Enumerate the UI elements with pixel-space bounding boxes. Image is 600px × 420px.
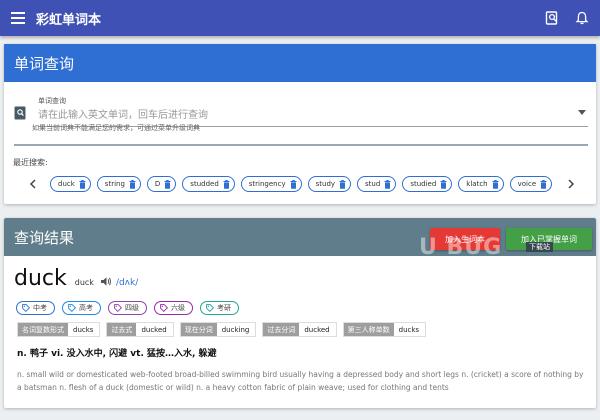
recent-search-row: duck string Dstudded stringency study stud stu… xyxy=(4,174,596,194)
recent-search-label: 最近搜索: xyxy=(13,158,48,167)
word-form-value[interactable]: ducks xyxy=(394,326,425,334)
recent-search-chip[interactable]: duck xyxy=(50,176,91,192)
definition-chinese: n. 鸭子 vi. 没入水中, 闪避 vt. 猛按…入水, 躲避 xyxy=(17,349,217,359)
delete-icon[interactable] xyxy=(128,179,137,189)
recent-search-chip[interactable]: klatch xyxy=(458,176,504,192)
recent-search-chip-label: string xyxy=(104,180,125,188)
word-form-item: 过去分词 ducked xyxy=(262,322,337,337)
recent-search-list: duck string Dstudded stringency study stud stu… xyxy=(50,174,558,194)
watermark-logo: U BUG xyxy=(419,235,503,260)
exam-tag-label: 四级 xyxy=(125,304,139,312)
notification-button[interactable] xyxy=(572,8,592,28)
exam-tag-label: 六级 xyxy=(171,304,185,312)
scroll-right-button[interactable] xyxy=(564,177,578,191)
dictionary-icon xyxy=(14,106,26,120)
exam-tag: 六级 xyxy=(154,301,193,315)
recent-search-chip[interactable]: stringency xyxy=(240,176,302,192)
search-book-icon xyxy=(545,11,558,25)
menu-button[interactable] xyxy=(0,0,36,36)
definition-english: n. small wild or domesticated web-footed… xyxy=(17,370,584,392)
dropdown-arrow-icon[interactable] xyxy=(578,110,586,115)
speaker-icon xyxy=(100,277,111,286)
word-form-item: 第三人称单数 ducks xyxy=(342,322,427,337)
delete-icon[interactable] xyxy=(491,179,500,189)
exam-tag: 四级 xyxy=(108,301,147,315)
tag-icon xyxy=(68,304,76,312)
delete-icon[interactable] xyxy=(78,179,87,189)
tag-icon xyxy=(22,304,30,312)
recent-search-chip-label: klatch xyxy=(466,180,488,188)
headword: duck xyxy=(14,266,67,291)
search-divider xyxy=(14,144,588,146)
phonetic: /dʌk/ xyxy=(115,278,139,288)
result-card-header: 查询结果 加入生词本 加入已掌握单词 U BUG 下载站 xyxy=(4,218,596,260)
recent-search-chip[interactable]: stud xyxy=(357,176,397,192)
exam-tag: 高考 xyxy=(62,301,101,315)
word-form-label: 名词复数形式 xyxy=(18,323,68,336)
word-form-value[interactable]: ducked xyxy=(299,326,335,334)
search-card: 单词查询 单词查询 如果当前词典不能满足您的需求，可通过菜单升级词典 最近搜索:… xyxy=(4,44,596,204)
headword-small: duck xyxy=(74,278,94,287)
recent-search-chip-label: D xyxy=(154,180,161,188)
search-card-title: 单词查询 xyxy=(14,54,75,73)
delete-icon[interactable] xyxy=(222,179,231,189)
recent-search-chip[interactable]: study xyxy=(307,176,352,192)
delete-icon[interactable] xyxy=(338,179,347,189)
delete-icon[interactable] xyxy=(439,179,448,189)
word-form-label: 第三人称单数 xyxy=(343,323,394,336)
word-form-value[interactable]: ducked xyxy=(136,326,172,334)
delete-icon[interactable] xyxy=(383,179,392,189)
search-field-label: 单词查询 xyxy=(38,97,66,105)
word-forms: 名词复数形式 ducks 过去式 ducked 现在分词 ducking 过去分词 ducke… xyxy=(17,322,427,337)
exam-tag-label: 考研 xyxy=(217,304,231,312)
word-form-value[interactable]: ducks xyxy=(68,326,99,334)
exam-tag: 考研 xyxy=(200,301,239,315)
search-input[interactable] xyxy=(38,106,584,124)
search-card-header: 单词查询 xyxy=(4,44,596,82)
search-hint: 如果当前词典不能满足您的需求，可通过菜单升级词典 xyxy=(32,124,200,132)
word-form-label: 过去式 xyxy=(107,323,137,336)
pronounce-button[interactable] xyxy=(100,276,112,287)
exam-tags: 中考 高考 四级 六级 考研 xyxy=(16,301,239,315)
delete-icon[interactable] xyxy=(539,179,548,189)
recent-search-chip-label: duck xyxy=(58,180,75,188)
exam-tag-label: 高考 xyxy=(79,304,93,312)
recent-search-chip-label: studded xyxy=(190,180,219,188)
result-card-title: 查询结果 xyxy=(14,228,75,247)
recent-search-chip[interactable]: studded xyxy=(182,176,235,192)
recent-search-chip-label: stringency xyxy=(248,180,286,188)
word-form-item: 名词复数形式 ducks xyxy=(17,322,101,337)
exam-tag: 中考 xyxy=(16,301,55,315)
recent-search-chip[interactable]: studied xyxy=(402,176,453,192)
recent-search-chip-label: studied xyxy=(410,180,437,188)
bell-icon xyxy=(575,11,589,25)
scroll-left-button[interactable] xyxy=(26,177,40,191)
menu-icon xyxy=(11,12,25,24)
chevron-right-icon xyxy=(568,179,575,189)
recent-search-chip-label: stud xyxy=(365,180,381,188)
recent-search-chip[interactable]: D xyxy=(146,176,177,192)
word-form-label: 过去分词 xyxy=(263,323,300,336)
recent-search-chip-label: study xyxy=(315,180,336,188)
watermark-tag: 下载站 xyxy=(526,242,553,252)
tag-icon xyxy=(114,304,122,312)
delete-icon[interactable] xyxy=(163,179,172,189)
word-form-value[interactable]: ducking xyxy=(217,326,256,334)
word-heading: duck duck /dʌk/ xyxy=(14,266,138,292)
recent-search-chip-label: voice xyxy=(517,180,537,188)
word-form-item: 现在分词 ducking xyxy=(179,322,257,337)
recent-search-chip[interactable]: string xyxy=(96,176,141,192)
tag-icon xyxy=(206,304,214,312)
app-title: 彩虹单词本 xyxy=(36,12,102,28)
recent-search-chip[interactable]: voice xyxy=(509,176,553,192)
exam-tag-label: 中考 xyxy=(33,304,47,312)
delete-icon[interactable] xyxy=(289,179,298,189)
word-form-label: 现在分词 xyxy=(180,323,217,336)
tag-icon xyxy=(160,304,168,312)
result-card: 查询结果 加入生词本 加入已掌握单词 U BUG 下载站 duck duck /… xyxy=(4,218,596,408)
app-bar: 彩虹单词本 xyxy=(0,0,600,36)
search-book-button[interactable] xyxy=(542,8,562,28)
chevron-left-icon xyxy=(29,179,36,189)
word-form-item: 过去式 ducked xyxy=(106,322,174,337)
